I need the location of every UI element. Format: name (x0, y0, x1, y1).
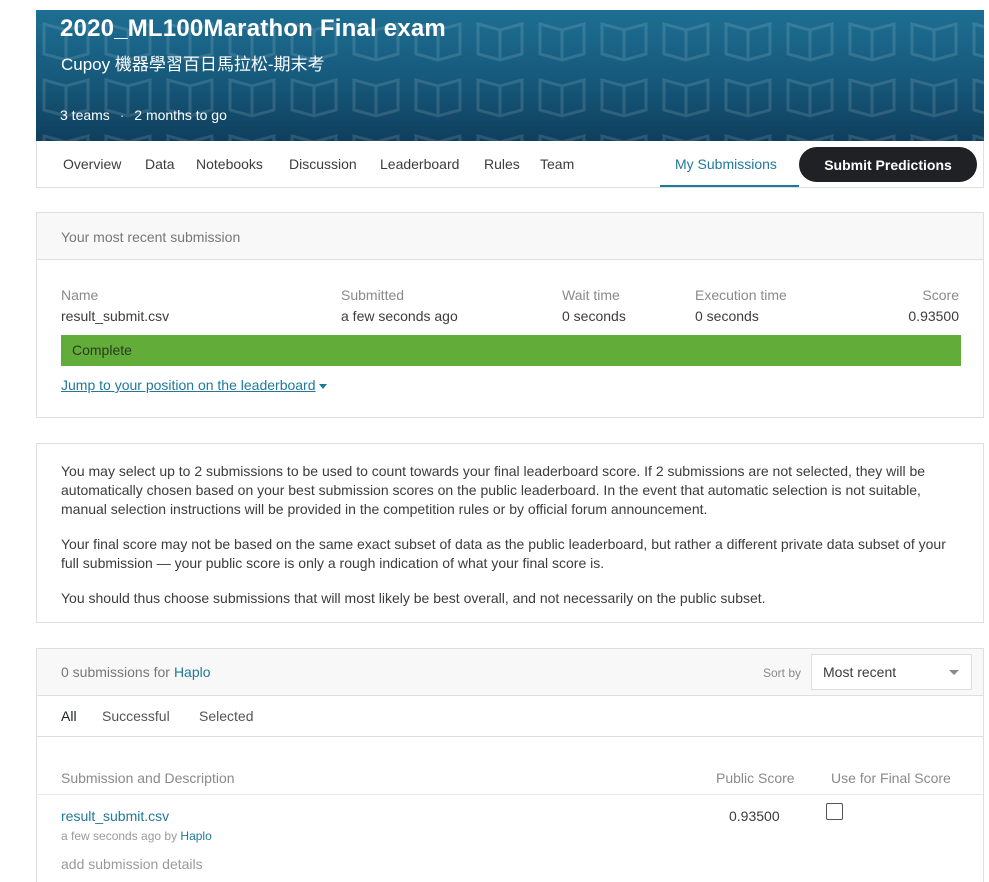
tab-notebooks[interactable]: Notebooks (196, 156, 263, 172)
col-submission-description: Submission and Description (61, 770, 235, 786)
score-label: Score (922, 287, 959, 303)
recent-submission-heading: Your most recent submission (37, 213, 983, 260)
execution-time-value: 0 seconds (695, 308, 759, 324)
info-paragraph-2: Your final score may not be based on the… (61, 536, 946, 571)
sort-select[interactable]: Most recent (811, 654, 972, 690)
score-value: 0.93500 (908, 308, 959, 324)
submitted-label: Submitted (341, 287, 405, 303)
filter-selected[interactable]: Selected (199, 708, 253, 724)
recent-submission-card: Your most recent submission Name result_… (36, 212, 984, 418)
submission-filters: All Successful Selected (37, 695, 983, 737)
col-public-score: Public Score (716, 770, 795, 786)
tab-overview[interactable]: Overview (63, 156, 121, 172)
wait-time-column: Wait time 0 seconds (562, 287, 626, 324)
wait-time-value: 0 seconds (562, 308, 626, 324)
sort-by-label: Sort by (762, 666, 801, 680)
status-complete-bar: Complete (61, 335, 961, 366)
tab-data[interactable]: Data (145, 156, 175, 172)
add-submission-details-link[interactable]: add submission details (61, 856, 203, 872)
use-for-final-score-checkbox[interactable] (826, 803, 843, 820)
sort-select-value[interactable]: Most recent (823, 664, 896, 680)
final-score-info-card: You may select up to 2 submissions to be… (36, 443, 984, 623)
tab-team[interactable]: Team (540, 156, 574, 172)
competition-title: 2020_ML100Marathon Final exam (60, 15, 446, 42)
competition-subtitle: Cupoy 機器學習百日馬拉松-期末考 (61, 55, 325, 74)
active-tab-indicator (660, 185, 799, 187)
tab-rules[interactable]: Rules (484, 156, 520, 172)
caret-down-icon[interactable] (318, 383, 327, 389)
execution-time-column: Execution time 0 seconds (695, 287, 787, 324)
info-paragraph-3: You should thus choose submissions that … (61, 590, 766, 606)
filter-all[interactable]: All (61, 708, 77, 724)
info-paragraph-1: You may select up to 2 submissions to be… (61, 463, 926, 517)
competition-meta: 3 teams · 2 months to go (60, 107, 227, 123)
tab-discussion[interactable]: Discussion (289, 156, 357, 172)
dropdown-arrow-icon[interactable] (949, 670, 959, 675)
team-count: 3 teams (60, 107, 110, 123)
table-row: result_submit.csv a few seconds ago by H… (37, 795, 983, 882)
jump-link-text[interactable]: Jump to your position on the leaderboard (61, 377, 316, 393)
tab-leaderboard[interactable]: Leaderboard (380, 156, 459, 172)
name-value: result_submit.csv (61, 308, 170, 324)
user-link[interactable]: Haplo (174, 664, 211, 680)
submission-time: a few seconds ago by (61, 829, 178, 843)
submission-user-link[interactable]: Haplo (180, 829, 211, 843)
submissions-table-header: Submission and Description Public Score … (37, 761, 983, 795)
public-score-value: 0.93500 (729, 808, 780, 824)
meta-separator: · (119, 107, 125, 123)
submission-file-link[interactable]: result_submit.csv (61, 808, 169, 824)
submission-byline: a few seconds ago by Haplo (61, 829, 212, 843)
jump-to-leaderboard-link[interactable]: Jump to your position on the leaderboard (61, 377, 327, 393)
execution-time-label: Execution time (695, 287, 787, 303)
col-use-final-score: Use for Final Score (831, 770, 951, 786)
submissions-list-card: 0 submissions for Haplo Sort by Most rece… (36, 648, 984, 882)
name-label: Name (61, 287, 99, 303)
name-column: Name result_submit.csv (61, 287, 169, 324)
wait-time-label: Wait time (562, 287, 620, 303)
submit-predictions-button[interactable]: Submit Predictions (799, 147, 977, 182)
competition-tabs: Overview Data Notebooks Discussion Leade… (36, 141, 984, 188)
submissions-count-text: 0 submissions for (61, 664, 170, 680)
submitted-column: Submitted a few seconds ago (341, 287, 458, 324)
filter-successful[interactable]: Successful (102, 708, 170, 724)
competition-header: 2020_ML100Marathon Final exam Cupoy 機器學習… (36, 10, 984, 141)
tab-my-submissions[interactable]: My Submissions (675, 156, 777, 172)
score-column: Score 0.93500 (908, 287, 959, 324)
deadline-text: 2 months to go (134, 107, 227, 123)
submitted-value: a few seconds ago (341, 308, 458, 324)
